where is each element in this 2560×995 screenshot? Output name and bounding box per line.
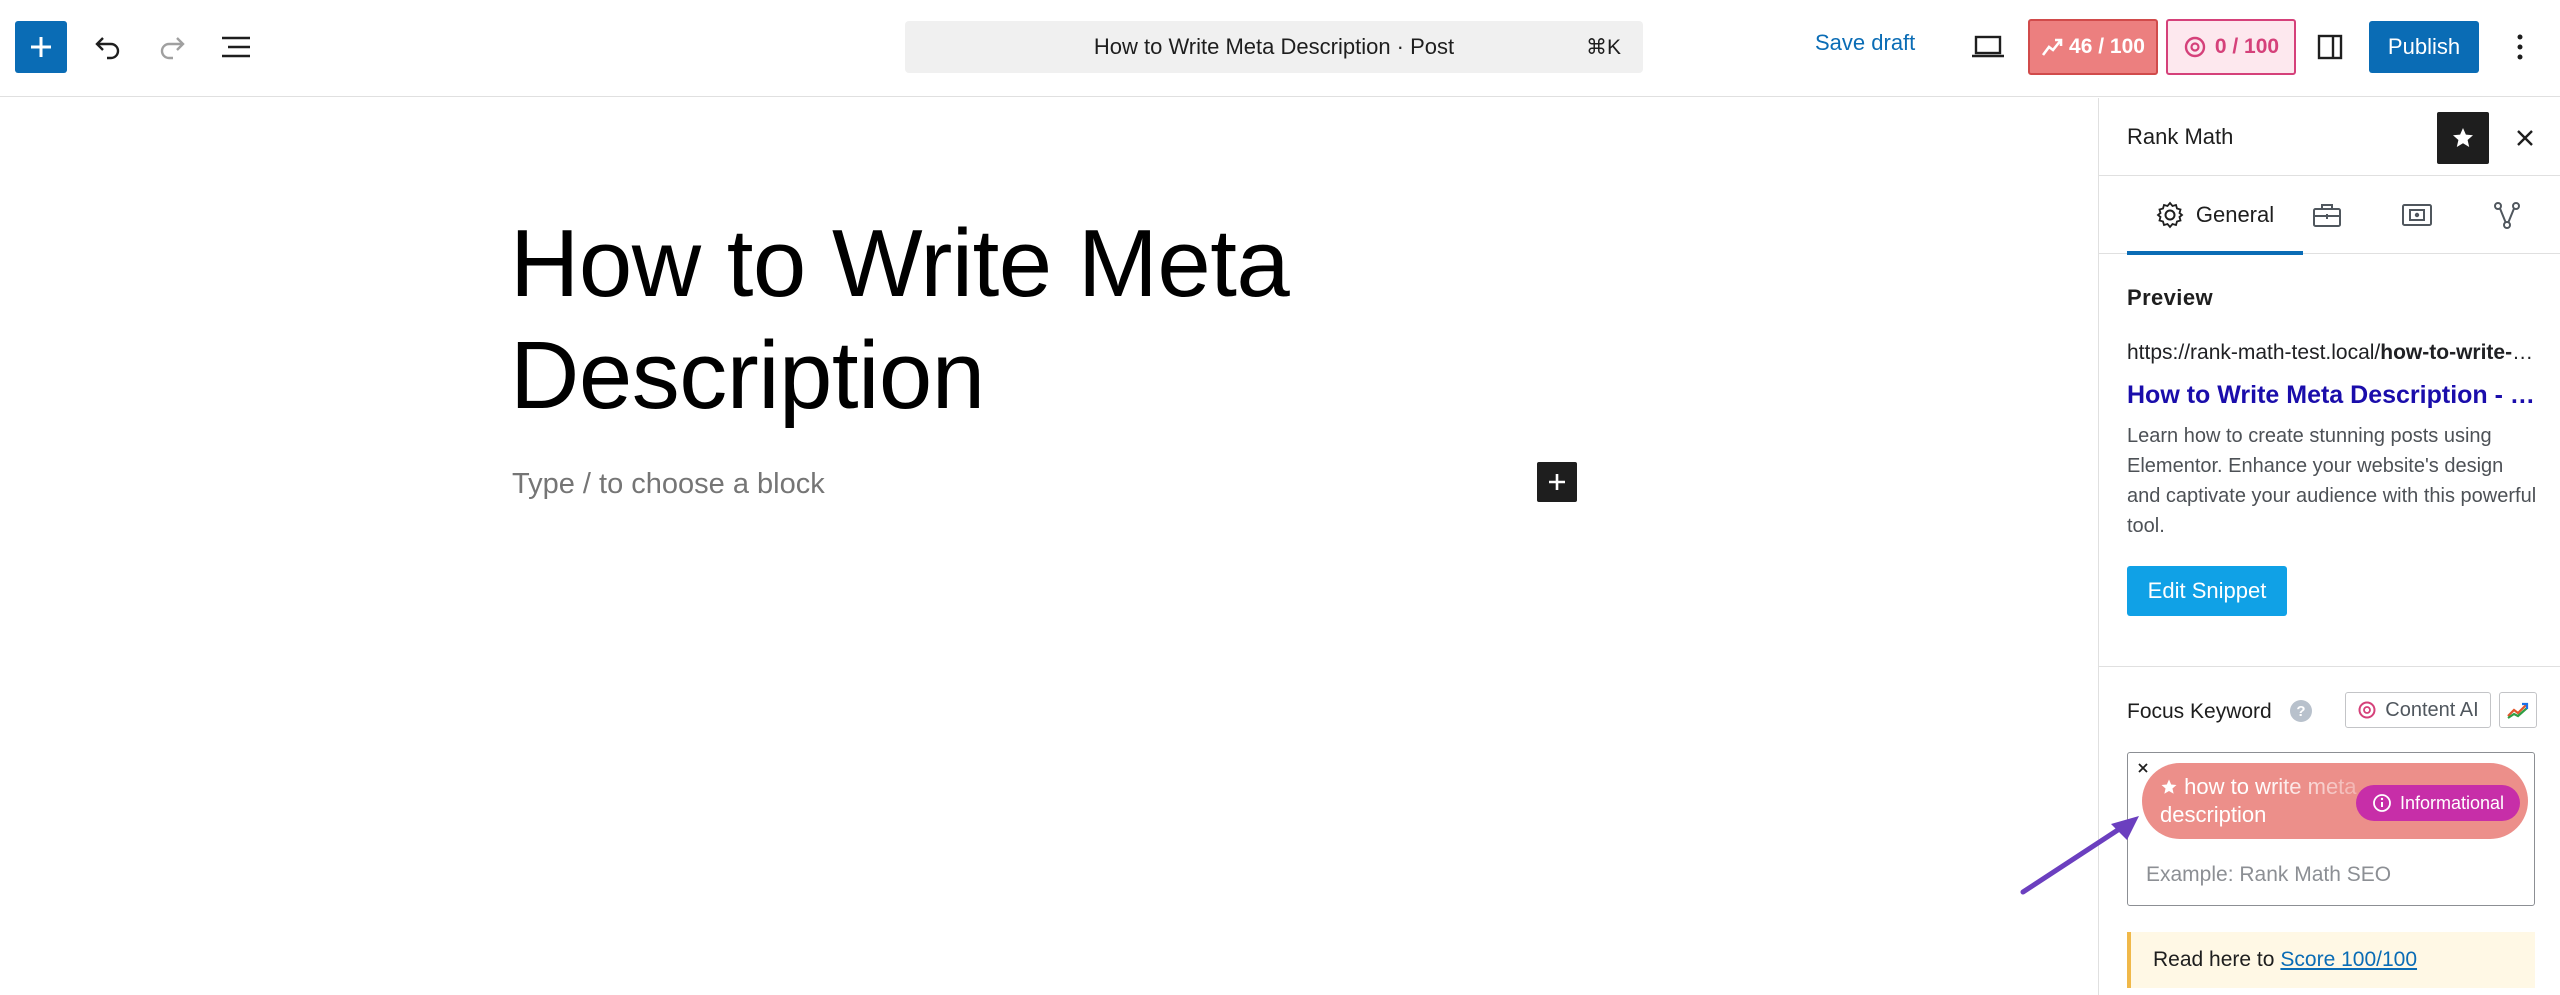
score-100-link[interactable]: Score 100/100 bbox=[2280, 948, 2417, 972]
content-ai-icon bbox=[2184, 36, 2206, 58]
snippet-url: https://rank-math-test.local/how-to-writ… bbox=[2127, 341, 2539, 365]
tab-general[interactable]: General bbox=[2127, 176, 2303, 255]
snippet-description: Learn how to create stunning posts using… bbox=[2127, 425, 2537, 537]
star-icon bbox=[2453, 128, 2473, 147]
sidebar-title: Rank Math bbox=[2127, 124, 2234, 149]
content-ai-icon bbox=[2358, 701, 2376, 719]
redo-icon bbox=[160, 37, 185, 60]
editor-canvas: How to Write Meta Description Type / to … bbox=[0, 98, 2098, 995]
settings-sidebar-toggle[interactable] bbox=[2308, 25, 2352, 69]
pin-sidebar-button[interactable] bbox=[2437, 112, 2489, 164]
trends-button[interactable] bbox=[2499, 692, 2537, 728]
plus-icon bbox=[31, 37, 51, 57]
command-palette-bar[interactable]: How to Write Meta Description · Post ⌘K bbox=[905, 21, 1643, 73]
rank-math-sidebar: Rank Math General Preview https://rank-m… bbox=[2098, 98, 2560, 995]
edit-snippet-button[interactable]: Edit Snippet bbox=[2127, 566, 2287, 616]
document-title: How to Write Meta Description · Post bbox=[1093, 34, 1455, 59]
sidebar-icon bbox=[2317, 34, 2343, 60]
post-title[interactable]: How to Write Meta Description bbox=[510, 208, 1410, 432]
shortcut-hint: ⌘K bbox=[1585, 36, 1621, 59]
preview-heading: Preview bbox=[2127, 285, 2213, 310]
share-network-icon bbox=[2494, 202, 2520, 229]
snippet-preview-panel: Preview https://rank-math-test.local/how… bbox=[2099, 255, 2560, 667]
publish-button[interactable]: Publish bbox=[2369, 21, 2479, 73]
close-icon bbox=[2517, 130, 2533, 146]
plus-icon bbox=[1549, 474, 1565, 490]
close-sidebar-button[interactable] bbox=[2505, 118, 2545, 158]
sidebar-header: Rank Math bbox=[2099, 98, 2560, 176]
search-intent-badge[interactable]: Informational bbox=[2356, 785, 2520, 821]
close-icon bbox=[2138, 763, 2148, 773]
keyword-tag[interactable]: how to write meta description Informatio… bbox=[2142, 763, 2528, 839]
add-block-button[interactable] bbox=[1537, 462, 1577, 502]
focus-keyword-label: Focus Keyword bbox=[2127, 700, 2272, 723]
seo-score-button[interactable]: 46 / 100 bbox=[2028, 19, 2158, 75]
tab-general-label: General bbox=[2195, 202, 2275, 227]
gear-icon bbox=[2156, 201, 2184, 229]
snippet-title: How to Write Meta Description - Rank Mat… bbox=[2127, 381, 2539, 409]
document-overview-button[interactable] bbox=[214, 25, 258, 69]
list-view-icon bbox=[222, 36, 250, 58]
snippet-url-slug: how-to-write-meta-description/ bbox=[2380, 341, 2539, 364]
laptop-icon bbox=[1972, 35, 2004, 58]
keyword-input-placeholder: Example: Rank Math SEO bbox=[2146, 863, 2392, 886]
tab-advanced[interactable] bbox=[2295, 176, 2359, 254]
options-menu-button[interactable] bbox=[2498, 25, 2542, 69]
focus-keyword-panel: Focus Keyword ? Content AI how to write … bbox=[2099, 668, 2560, 995]
more-vertical-icon bbox=[2517, 34, 2523, 60]
keyword-fade bbox=[2262, 773, 2362, 829]
focus-keyword-input[interactable]: how to write meta description Informatio… bbox=[2127, 752, 2535, 906]
ai-score-value: 0 / 100 bbox=[2214, 35, 2280, 58]
empty-block-placeholder[interactable]: Type / to choose a block bbox=[512, 468, 825, 501]
content-ai-score-button[interactable]: 0 / 100 bbox=[2166, 19, 2296, 75]
tab-social[interactable] bbox=[2475, 176, 2539, 254]
trend-chart-icon bbox=[2507, 702, 2529, 719]
help-icon[interactable]: ? bbox=[2290, 700, 2312, 722]
content-ai-button[interactable]: Content AI bbox=[2345, 692, 2491, 728]
schema-icon bbox=[2402, 204, 2432, 226]
snippet-url-base: https://rank-math-test.local/ bbox=[2127, 341, 2381, 364]
annotation-arrow-icon bbox=[2020, 816, 2139, 895]
tab-schema[interactable] bbox=[2385, 176, 2449, 254]
search-intent-label: Informational bbox=[2399, 792, 2505, 813]
preview-button[interactable] bbox=[1966, 25, 2010, 69]
seo-score-value: 46 / 100 bbox=[2069, 35, 2145, 58]
save-draft-button[interactable]: Save draft bbox=[1815, 30, 1915, 56]
undo-button[interactable] bbox=[86, 25, 130, 69]
score-notice-text: Read here to bbox=[2153, 948, 2275, 971]
toolbox-icon bbox=[2313, 204, 2341, 227]
sidebar-tabs: General bbox=[2099, 176, 2560, 255]
redo-button[interactable] bbox=[150, 25, 194, 69]
content-ai-label: Content AI bbox=[2385, 698, 2479, 721]
score-notice: Read here to Score 100/100 bbox=[2127, 932, 2535, 988]
undo-icon bbox=[95, 37, 120, 60]
star-icon bbox=[2161, 779, 2177, 794]
editor-toolbar: How to Write Meta Description · Post ⌘K … bbox=[0, 0, 2560, 97]
remove-keyword-button[interactable] bbox=[2132, 757, 2154, 779]
block-inserter-button[interactable] bbox=[15, 21, 67, 73]
info-icon bbox=[2373, 794, 2391, 812]
rank-math-logo-icon bbox=[2042, 38, 2063, 56]
